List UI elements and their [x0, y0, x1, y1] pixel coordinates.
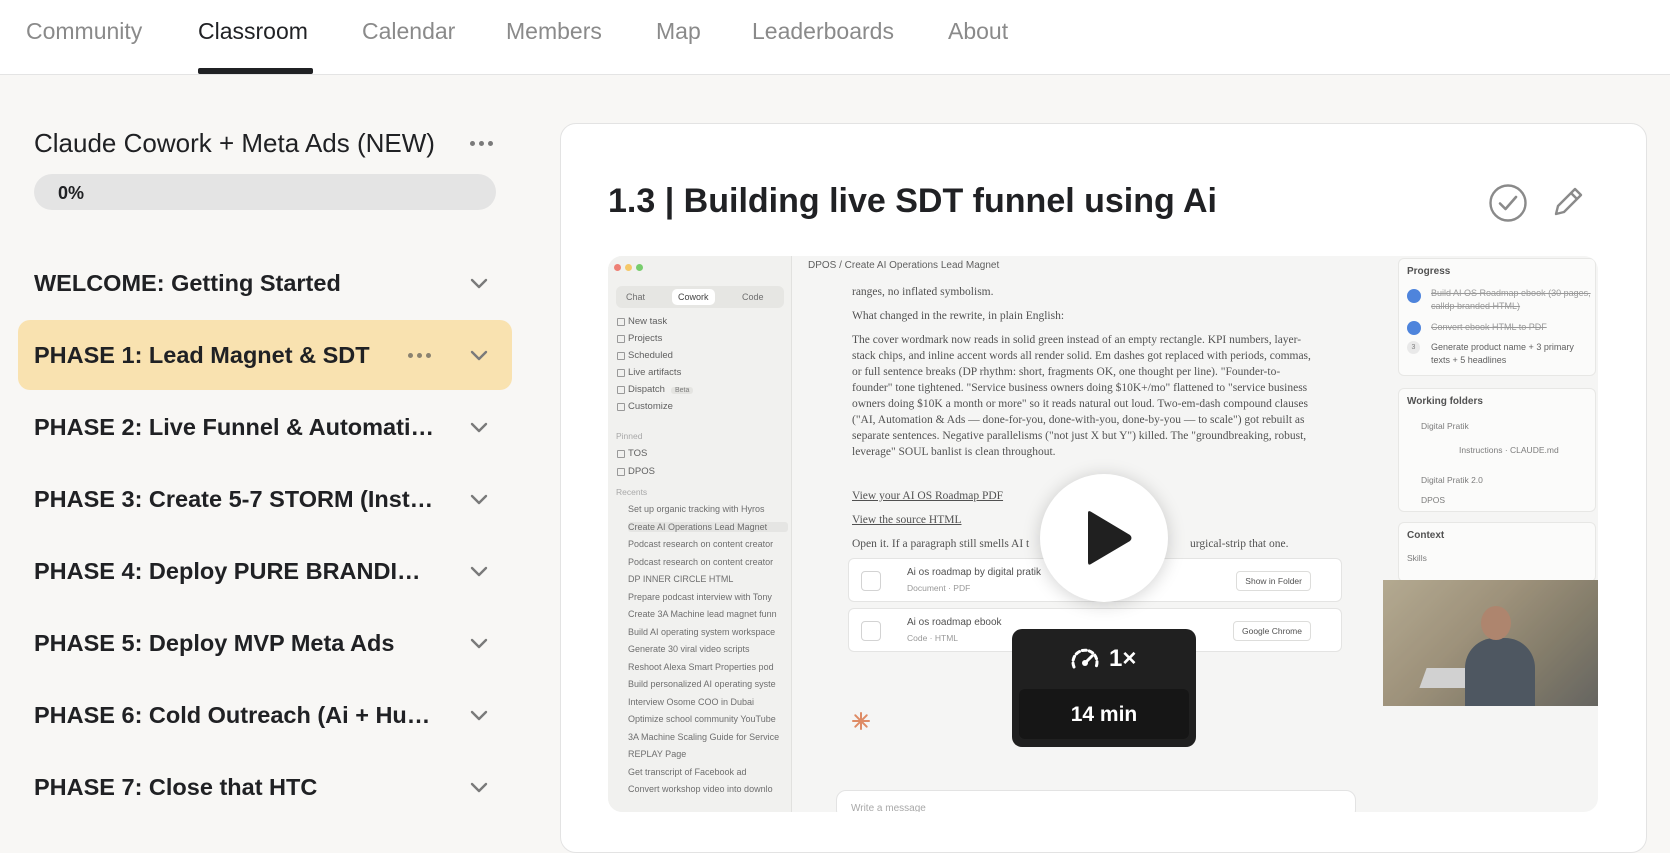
module-title: PHASE 6: Cold Outreach (Ai + Hum... — [34, 702, 434, 728]
tab-leaderboards[interactable]: Leaderboards — [752, 18, 894, 45]
more-dot — [416, 352, 422, 358]
module-item[interactable]: PHASE 7: Close that HTC — [18, 752, 512, 822]
tab-map[interactable]: Map — [656, 18, 701, 45]
module-title: PHASE 5: Deploy MVP Meta Ads — [34, 630, 395, 656]
course-more-button[interactable] — [466, 128, 496, 158]
module-title: PHASE 1: Lead Magnet & SDT — [34, 342, 370, 368]
module-item[interactable]: WELCOME: Getting Started — [18, 248, 512, 318]
tab-classroom[interactable]: Classroom — [198, 18, 308, 45]
module-item[interactable]: PHASE 6: Cold Outreach (Ai + Hum... — [18, 680, 512, 750]
chevron-down-icon[interactable] — [470, 778, 488, 796]
module-more-button[interactable] — [404, 342, 434, 368]
tab-members[interactable]: Members — [506, 18, 602, 45]
chevron-down-icon[interactable] — [470, 634, 488, 652]
pencil-icon — [1554, 187, 1583, 216]
course-title: Claude Cowork + Meta Ads (NEW) — [34, 128, 435, 158]
more-dot — [487, 140, 493, 146]
chevron-down-icon[interactable] — [470, 490, 488, 508]
module-title: PHASE 3: Create 5-7 STORM (Insta... — [34, 486, 434, 512]
chevron-down-icon[interactable] — [470, 706, 488, 724]
lesson-title: 1.3 | Building live SDT funnel using Ai — [608, 182, 1217, 220]
module-item[interactable]: PHASE 5: Deploy MVP Meta Ads — [18, 608, 512, 678]
video-player[interactable]: Chat Cowork Code New task Projects Sched… — [608, 256, 1598, 812]
playback-speed-button[interactable]: 1× — [1012, 639, 1196, 681]
playback-info: 1× 14 min — [1012, 629, 1196, 747]
play-button[interactable] — [1040, 474, 1168, 602]
more-dot — [407, 352, 413, 358]
module-item[interactable]: PHASE 3: Create 5-7 STORM (Insta... — [18, 464, 512, 534]
play-icon — [1088, 511, 1132, 565]
check-circle-icon — [1489, 184, 1527, 222]
chevron-down-icon[interactable] — [470, 274, 488, 292]
module-item[interactable]: PHASE 4: Deploy PURE BRANDING ... — [18, 536, 512, 606]
module-item[interactable]: PHASE 2: Live Funnel & Automations — [18, 392, 512, 462]
module-title: PHASE 4: Deploy PURE BRANDING ... — [34, 558, 434, 584]
video-duration: 14 min — [1070, 703, 1138, 726]
module-title: PHASE 2: Live Funnel & Automations — [34, 414, 434, 440]
chevron-down-icon[interactable] — [470, 418, 488, 436]
edit-lesson-button[interactable] — [1550, 184, 1586, 220]
module-item[interactable]: PHASE 1: Lead Magnet & SDT — [18, 320, 512, 390]
tab-calendar[interactable]: Calendar — [362, 18, 455, 45]
more-dot — [425, 352, 431, 358]
module-title: WELCOME: Getting Started — [34, 270, 341, 296]
tab-about[interactable]: About — [948, 18, 1008, 45]
chevron-down-icon[interactable] — [470, 346, 488, 364]
active-tab-indicator — [198, 68, 313, 74]
module-title: PHASE 7: Close that HTC — [34, 774, 318, 800]
speedometer-icon — [1071, 648, 1099, 669]
chevron-down-icon[interactable] — [470, 562, 488, 580]
playback-speed: 1× — [1109, 645, 1137, 672]
tab-community[interactable]: Community — [26, 18, 142, 45]
more-dot — [469, 140, 475, 146]
duration-badge: 14 min — [1019, 689, 1189, 739]
more-dot — [478, 140, 484, 146]
progress-percent: 0% — [58, 183, 85, 203]
course-progress-bar: 0% — [34, 174, 496, 210]
mark-complete-button[interactable] — [1488, 183, 1528, 223]
top-nav: Community Classroom Calendar Members Map… — [0, 0, 1670, 75]
